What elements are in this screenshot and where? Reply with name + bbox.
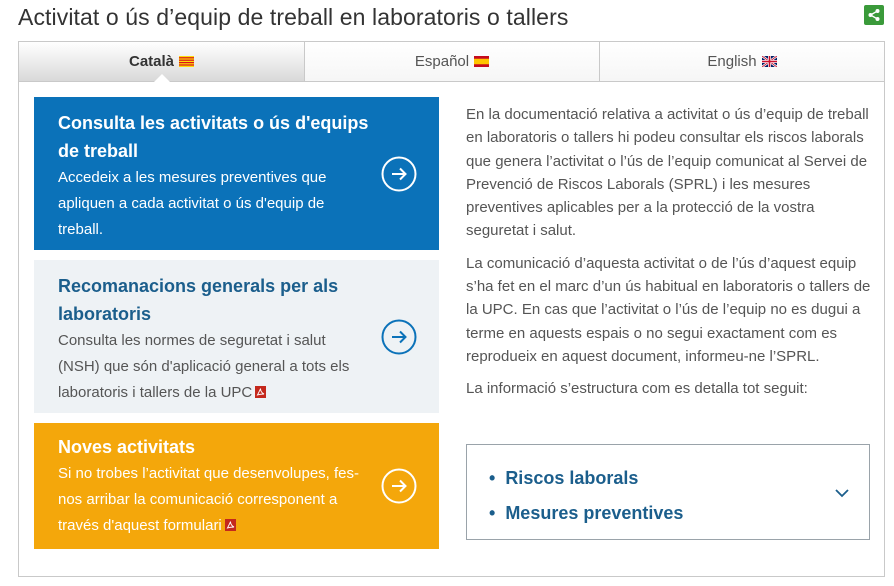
uk-flag-icon (761, 56, 777, 67)
catalan-flag-icon (179, 56, 195, 67)
card-title: Consulta les activitats o ús d'equips de… (58, 113, 369, 161)
structure-item-label: Mesures preventives (505, 503, 684, 523)
structure-item-label: Riscos laborals (505, 468, 639, 488)
tab-espanol[interactable]: Español (304, 42, 599, 81)
structure-list: • Riscos laborals • Mesures preventives (489, 461, 683, 531)
card-description: Accedeix a les mesures preventives que a… (58, 169, 327, 238)
tab-catala[interactable]: Català (19, 42, 304, 82)
card-description-text: Si no trobes l’activitat que desenvolupe… (58, 465, 360, 534)
share-button[interactable] (864, 5, 884, 25)
bullet-icon: • (489, 503, 496, 523)
language-tabs: Català Español English (19, 42, 884, 82)
intro-paragraph: La informació s’estructura com es detall… (466, 380, 808, 398)
arrow-right-circle-icon[interactable] (381, 468, 417, 504)
arrow-right-circle-icon[interactable] (381, 156, 417, 192)
card-description: Si no trobes l’activitat que desenvolupe… (58, 461, 373, 539)
share-icon (868, 9, 880, 21)
language-panel: Català Español English Consulta les acti… (18, 41, 885, 577)
card-description-text: Consulta les normes de seguretat i salut… (58, 332, 350, 401)
intro-paragraph: En la documentació relativa a activitat … (466, 106, 869, 240)
card-description: Consulta les normes de seguretat i salut… (58, 328, 368, 406)
tab-english[interactable]: English (599, 42, 884, 81)
structure-box: • Riscos laborals • Mesures preventives (466, 444, 870, 540)
chevron-down-icon[interactable] (833, 484, 851, 502)
intro-paragraph: La comunicació d’aquesta activitat o de … (466, 254, 871, 365)
tab-label: Español (414, 53, 470, 70)
bullet-icon: • (489, 468, 496, 488)
structure-item-mesures[interactable]: • Mesures preventives (489, 496, 683, 531)
pdf-icon[interactable] (255, 386, 267, 398)
tab-label: Català (128, 53, 175, 70)
card-title: Recomanacions generals per als laborator… (58, 276, 339, 324)
pdf-icon[interactable] (224, 519, 236, 531)
page-title: Activitat o ús d’equip de treball en lab… (18, 4, 569, 30)
arrow-right-circle-icon[interactable] (381, 319, 417, 355)
card-recomanacions-generals[interactable]: Recomanacions generals per als laborator… (34, 260, 439, 413)
spanish-flag-icon (474, 56, 490, 67)
tab-label: English (707, 53, 757, 70)
card-title: Noves activitats (58, 437, 196, 457)
card-consulta-activitats[interactable]: Consulta les activitats o ús d'equips de… (34, 97, 439, 250)
card-noves-activitats[interactable]: Noves activitats Si no trobes l’activita… (34, 423, 439, 549)
structure-item-riscos[interactable]: • Riscos laborals (489, 461, 683, 496)
intro-text: En la documentació relativa a activitat … (466, 103, 876, 410)
